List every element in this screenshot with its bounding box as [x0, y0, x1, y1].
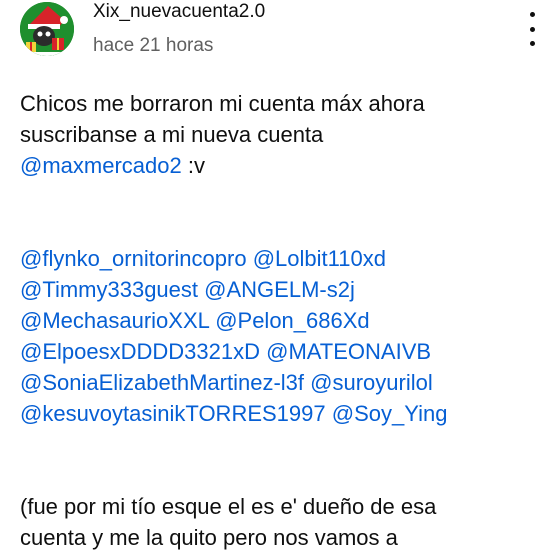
mention-link[interactable]: @Soy_Ying	[332, 401, 448, 426]
mention-link[interactable]: @SoniaElizabethMartinez-l3f	[20, 370, 304, 395]
mention-row: @MechasaurioXXL @Pelon_686Xd	[20, 305, 540, 336]
mention-link[interactable]: @MechasaurioXXL	[20, 308, 209, 333]
mention-row: @ElpoesxDDDD3321xD @MATEONAIVB	[20, 336, 540, 367]
comment-line: suscribanse a mi nueva cuenta	[20, 122, 324, 147]
more-vert-icon[interactable]	[522, 12, 542, 46]
mention-link[interactable]: @maxmercado2	[20, 153, 182, 178]
comment-card: Xix_nuevacuenta2.0 hace 21 horas Chicos …	[0, 0, 560, 560]
mention-link[interactable]: @ANGELM-s2j	[204, 277, 355, 302]
mention-row: @kesuvoytasinikTORRES1997 @Soy_Ying	[20, 398, 540, 429]
mention-row: @Timmy333guest @ANGELM-s2j	[20, 274, 540, 305]
santa-avatar-icon[interactable]	[20, 2, 74, 56]
mention-link[interactable]: @MATEONAIVB	[266, 339, 431, 364]
mention-row: @SoniaElizabethMartinez-l3f @suroyurilol	[20, 367, 540, 398]
mention-link[interactable]: @Lolbit110xd	[253, 246, 386, 271]
mention-row: @flynko_ornitorincopro @Lolbit110xd	[20, 243, 540, 274]
comment-author[interactable]: Xix_nuevacuenta2.0	[93, 0, 265, 24]
menu-dot	[529, 12, 535, 17]
comment-line: Chicos me borraron mi cuenta máx ahora	[20, 91, 425, 116]
comment-line: cuenta y me la quito pero nos vamos a	[20, 525, 398, 550]
comment-text: :v	[181, 153, 205, 178]
mention-link[interactable]: @flynko_ornitorincopro	[20, 246, 247, 271]
comment-body: Chicos me borraron mi cuenta máx ahora s…	[20, 88, 540, 553]
menu-dot	[529, 26, 535, 32]
comment-timestamp: hace 21 horas	[93, 35, 214, 56]
mention-link[interactable]: @kesuvoytasinikTORRES1997	[20, 401, 326, 426]
mention-link[interactable]: @ElpoesxDDDD3321xD	[20, 339, 260, 364]
comment-line: (fue por mi tío esque el es e' dueño de …	[20, 494, 437, 519]
mention-link[interactable]: @suroyurilol	[310, 370, 433, 395]
menu-dot	[529, 41, 535, 46]
comment-line: @maxmercado2 :v	[20, 150, 540, 181]
mention-link[interactable]: @Timmy333guest	[20, 277, 198, 302]
mention-link[interactable]: @Pelon_686Xd	[215, 308, 369, 333]
